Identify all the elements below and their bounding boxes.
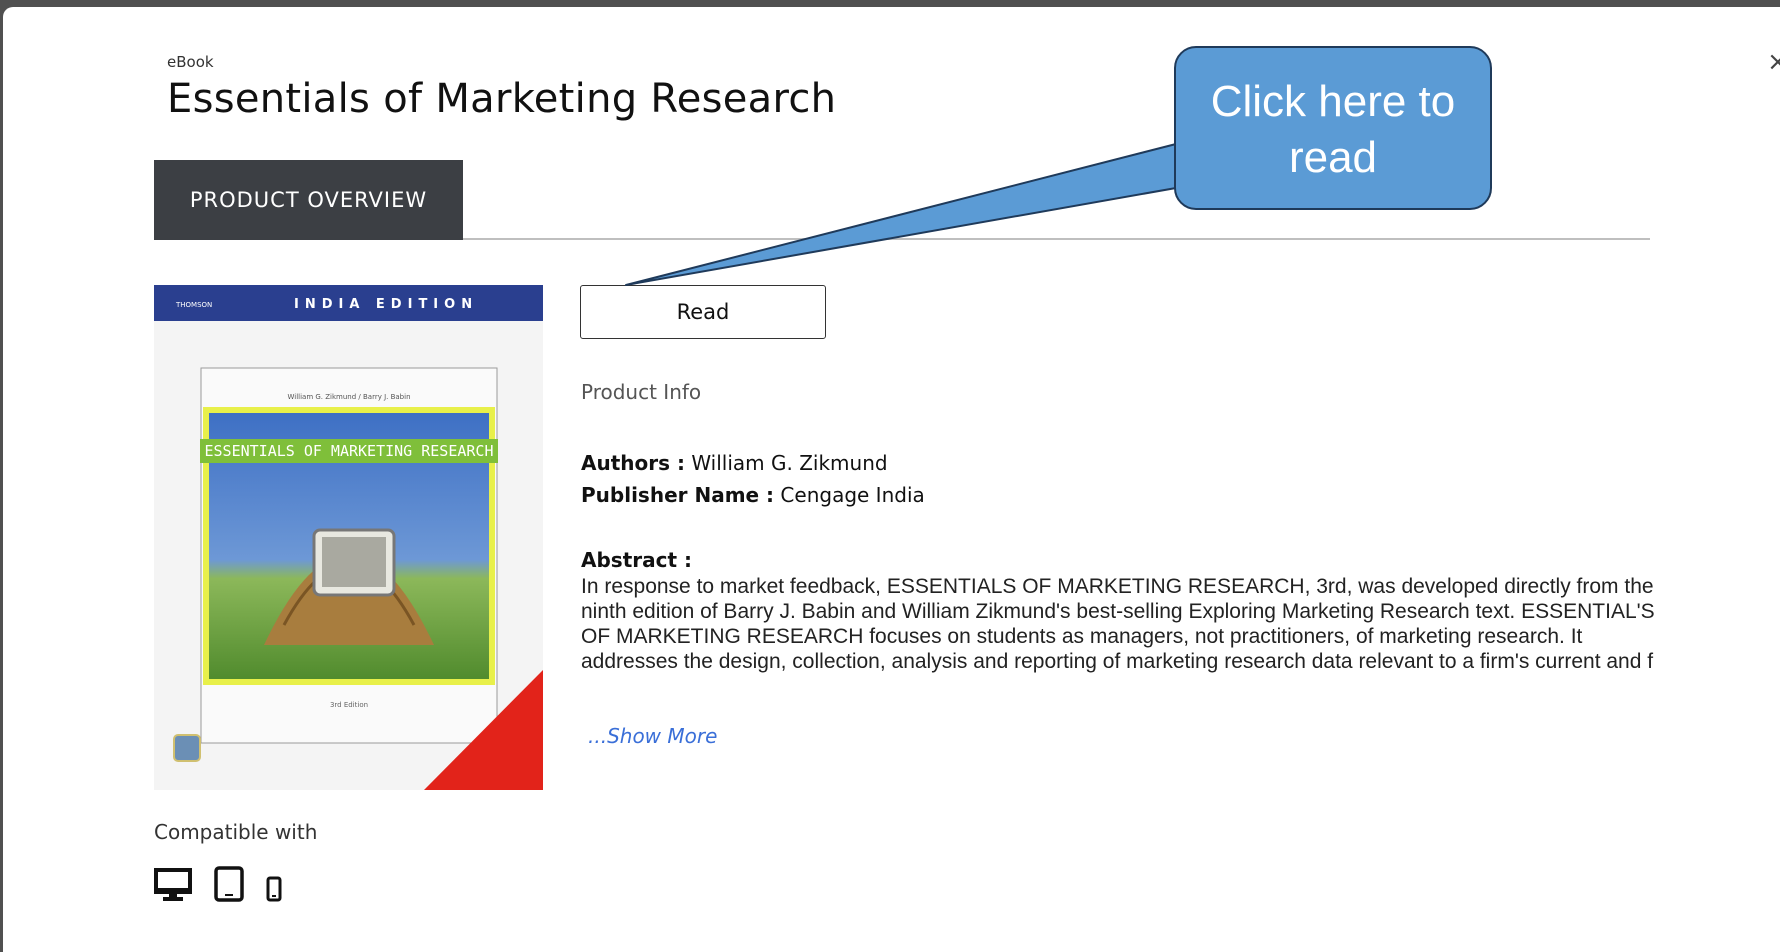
tablet-icon — [214, 866, 244, 902]
product-info-heading: Product Info — [581, 380, 702, 404]
cover-edition-banner: INDIA EDITION — [294, 297, 478, 312]
book-cover-image: THOMSON INDIA EDITION William G. Zikmund… — [154, 285, 543, 790]
authors-value: William G. Zikmund — [691, 451, 888, 475]
authors-label: Authors : — [581, 451, 685, 475]
cover-edition-number: 3rd Edition — [330, 701, 368, 709]
publisher-row: Publisher Name : Cengage India — [581, 479, 925, 511]
mobile-icon — [266, 876, 282, 902]
product-type-label: eBook — [167, 53, 214, 71]
show-more-link[interactable]: ...Show More — [588, 724, 717, 748]
tab-product-overview[interactable]: PRODUCT OVERVIEW — [154, 160, 463, 240]
abstract-label: Abstract : — [581, 548, 692, 572]
authors-row: Authors : William G. Zikmund — [581, 447, 925, 479]
cover-publisher-mark: THOMSON — [175, 301, 212, 309]
device-icons — [154, 866, 282, 902]
product-meta: Authors : William G. Zikmund Publisher N… — [581, 447, 925, 511]
close-icon[interactable]: × — [1767, 47, 1780, 77]
publisher-label: Publisher Name : — [581, 483, 775, 507]
page-title: Essentials of Marketing Research — [167, 76, 837, 122]
cover-authors: William G. Zikmund / Barry J. Babin — [287, 393, 410, 401]
compatible-with-label: Compatible with — [154, 820, 318, 844]
tab-divider — [463, 238, 1650, 240]
publisher-value: Cengage India — [780, 483, 925, 507]
read-callout: Click here to read — [1174, 46, 1492, 210]
desktop-icon — [154, 868, 192, 901]
abstract-text: In response to market feedback, ESSENTIA… — [581, 575, 1655, 673]
cover-book-title: ESSENTIALS OF MARKETING RESEARCH — [205, 442, 494, 460]
read-button[interactable]: Read — [580, 285, 826, 339]
